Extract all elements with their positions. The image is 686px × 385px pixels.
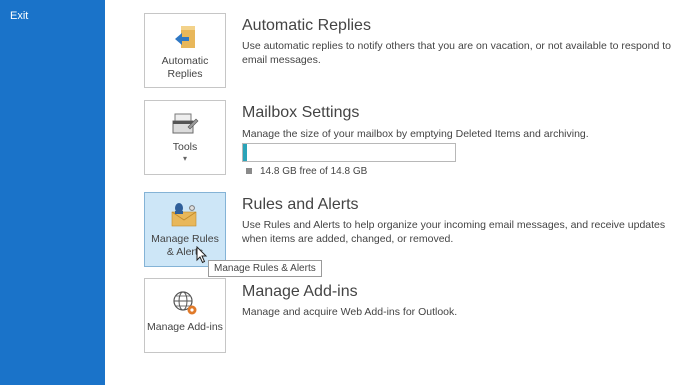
manage-addins-description: Manage and acquire Web Add-ins for Outlo… <box>242 306 458 318</box>
mailbox-settings-description: Manage the size of your mailbox by empty… <box>242 128 589 140</box>
mouse-cursor-icon <box>196 246 208 264</box>
rules-alerts-title: Rules and Alerts <box>242 196 359 213</box>
manage-rules-alerts-button[interactable]: Manage Rules & Alerts <box>144 192 226 267</box>
storage-legend-icon <box>246 168 252 175</box>
manage-rules-alerts-label: Manage Rules & Alerts <box>151 233 219 258</box>
automatic-replies-button[interactable]: Automatic Replies <box>144 13 226 88</box>
manage-addins-label: Manage Add-ins <box>147 321 223 333</box>
storage-text: 14.8 GB free of 14.8 GB <box>260 166 368 177</box>
exit-button[interactable]: Exit <box>10 10 28 22</box>
mailbox-usage-fill <box>243 144 248 161</box>
automatic-replies-icon <box>175 26 195 48</box>
backstage-sidebar: Exit <box>0 0 105 385</box>
automatic-replies-description: Use automatic replies to notify others t… <box>242 40 671 66</box>
storage-info: 14.8 GB free of 14.8 GB <box>246 166 367 177</box>
tools-button[interactable]: Tools ▾ <box>144 100 226 175</box>
tooltip: Manage Rules & Alerts <box>208 260 322 277</box>
rules-alerts-description: Use Rules and Alerts to help organize yo… <box>242 219 666 245</box>
manage-addins-title: Manage Add-ins <box>242 283 358 300</box>
automatic-replies-label: Automatic Replies <box>161 55 209 80</box>
addins-globe-icon <box>173 291 197 315</box>
mailbox-cleanup-icon <box>172 113 199 134</box>
dropdown-arrow-icon: ▾ <box>182 154 187 163</box>
mailbox-settings-title: Mailbox Settings <box>242 104 360 121</box>
rules-alerts-icon <box>171 203 197 227</box>
manage-addins-button[interactable]: Manage Add-ins <box>144 278 226 353</box>
automatic-replies-title: Automatic Replies <box>242 17 371 34</box>
mailbox-usage-bar <box>242 143 456 162</box>
